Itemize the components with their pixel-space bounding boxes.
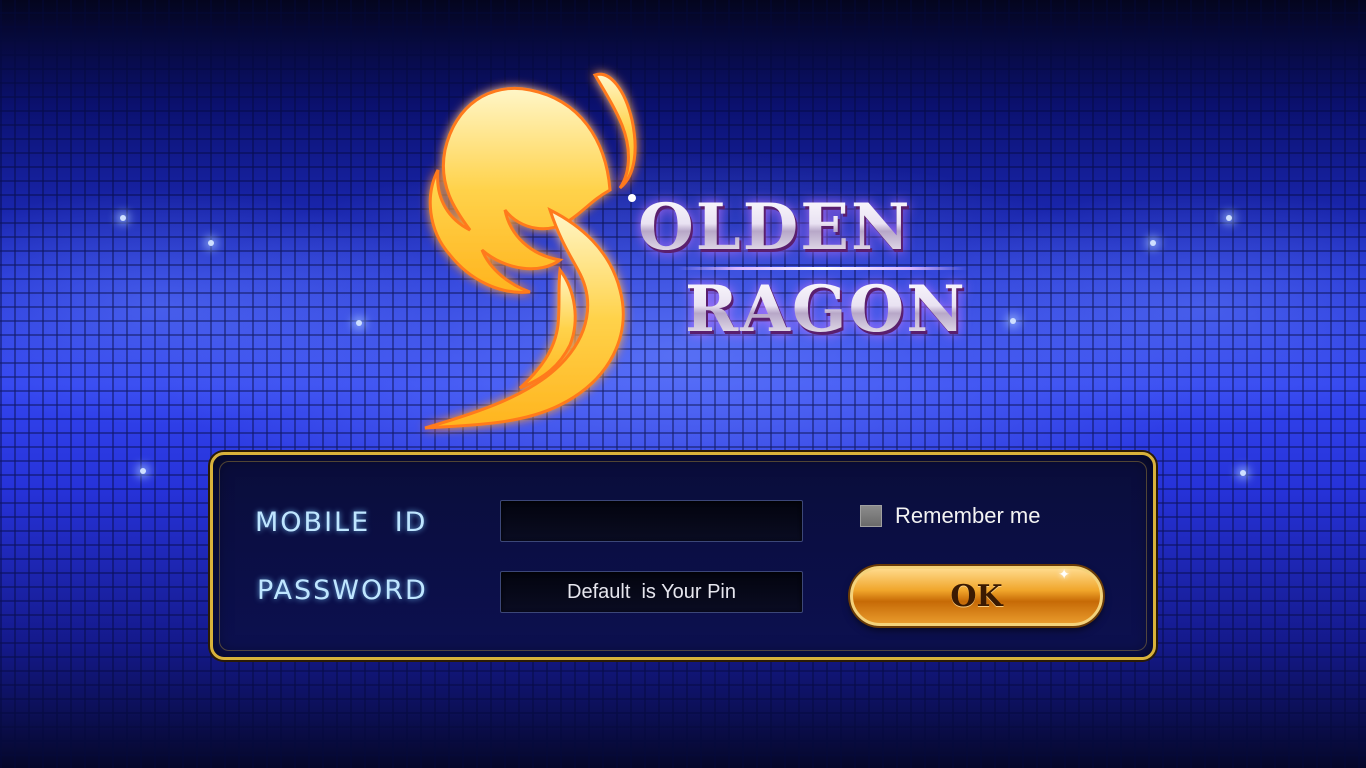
ok-button-label: OK	[950, 578, 1003, 614]
logo-text-olden: OLDEN	[638, 190, 912, 265]
remember-me-checkbox[interactable]	[860, 505, 882, 527]
login-panel: MOBILE ID PASSWORD Remember me OK ✦	[210, 452, 1156, 660]
golden-dragon-logo: OLDEN RAGON	[410, 60, 980, 440]
logo-divider	[678, 267, 968, 270]
remember-me-label: Remember me	[895, 503, 1041, 528]
password-input[interactable]	[500, 571, 803, 613]
logo-text-ragon: RAGON	[685, 272, 967, 347]
sparkle-icon: ✦	[1058, 567, 1070, 583]
password-label: PASSWORD	[257, 575, 428, 606]
ok-button[interactable]: OK ✦	[850, 566, 1103, 626]
mobile-id-input[interactable]	[500, 500, 803, 542]
login-screen: OLDEN RAGON MOBILE ID PASSWORD Remember …	[0, 0, 1366, 768]
mobile-id-label: MOBILE ID	[255, 507, 428, 538]
remember-me-toggle[interactable]: Remember me	[860, 503, 1040, 529]
